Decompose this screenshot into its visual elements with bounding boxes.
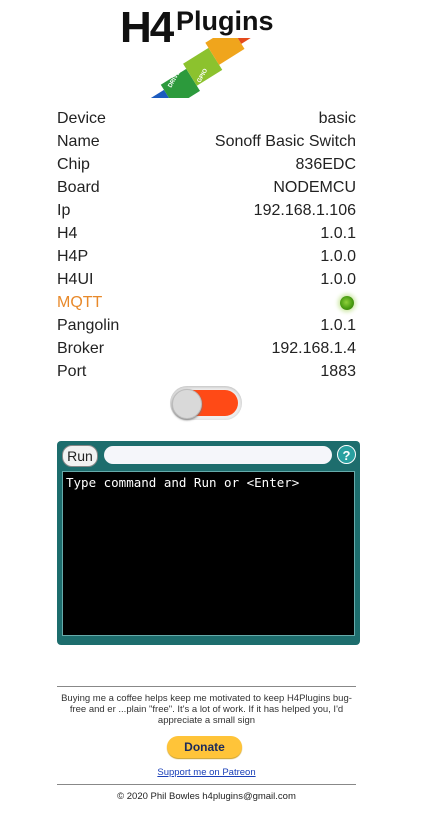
brick-label: MQTT xyxy=(275,53,289,71)
info-key: MQTT xyxy=(57,293,103,311)
run-button[interactable]: Run xyxy=(62,445,98,467)
divider-bottom xyxy=(57,784,356,785)
info-value: Sonoff Basic Switch xyxy=(214,132,356,150)
info-value: 836EDC xyxy=(295,155,356,173)
command-console: Run ? Type command and Run or <Enter> xyxy=(57,441,360,645)
info-key: H4P xyxy=(57,247,89,265)
info-key: Chip xyxy=(57,155,90,173)
donate-button[interactable]: Donate xyxy=(167,736,242,758)
info-key: H4UI xyxy=(57,270,94,288)
info-value: NODEMCU xyxy=(273,178,356,196)
switch-knob[interactable] xyxy=(172,389,202,419)
terminal-text: Type command and Run or <Enter> xyxy=(66,475,300,490)
info-row-h4: H4 1.0.1 xyxy=(57,222,356,245)
info-row-pangolin: Pangolin 1.0.1 xyxy=(57,314,356,337)
brick-label: WIFI xyxy=(225,65,237,79)
help-icon[interactable]: ? xyxy=(337,445,356,464)
info-key: Ip xyxy=(57,201,71,219)
logo-bricks-graphic: DIAGNOSTICS DRIVERS GPIO WIFI HTTP REST … xyxy=(138,38,289,98)
info-row-name: Name Sonoff Basic Switch xyxy=(57,130,356,153)
info-key: Pangolin xyxy=(57,316,120,334)
patreon-link[interactable]: Support me on Patreon xyxy=(57,767,356,778)
info-key: Broker xyxy=(57,339,105,357)
h4plugins-logo: H4 Plugins DIAGNOSTICS DRIVERS GPIO WIFI… xyxy=(120,4,300,98)
info-key: Board xyxy=(57,178,100,196)
brick-label: HTTP REST xyxy=(251,47,273,79)
info-value: 192.168.1.106 xyxy=(253,201,356,219)
info-row-ip: Ip 192.168.1.106 xyxy=(57,199,356,222)
info-value: 192.168.1.4 xyxy=(271,339,356,357)
info-key: Device xyxy=(57,109,106,127)
coffee-message: Buying me a coffee helps keep me motivat… xyxy=(61,693,352,726)
info-row-board: Board NODEMCU xyxy=(57,176,356,199)
info-value: basic xyxy=(318,109,356,127)
info-row-h4p: H4P 1.0.0 xyxy=(57,245,356,268)
logo-plugins-text: Plugins xyxy=(176,6,274,36)
info-key: Port xyxy=(57,362,87,380)
info-value: 1.0.1 xyxy=(320,224,356,242)
info-key: H4 xyxy=(57,224,78,242)
copyright-text: © 2020 Phil Bowles h4plugins@gmail.com xyxy=(117,791,296,802)
info-row-device: Device basic xyxy=(57,107,356,130)
brick-label: DIAGNOSTICS xyxy=(139,54,165,93)
info-value: 1.0.1 xyxy=(320,316,356,334)
mqtt-status-led-icon xyxy=(340,295,354,310)
info-value: 1.0.0 xyxy=(320,247,356,265)
info-row-h4ui: H4UI 1.0.0 xyxy=(57,268,356,291)
terminal-output[interactable]: Type command and Run or <Enter> xyxy=(62,471,355,636)
info-row-port: Port 1883 xyxy=(57,360,356,383)
switch-toggle[interactable] xyxy=(170,386,242,420)
info-value: 1.0.0 xyxy=(320,270,356,288)
info-row-mqtt: MQTT xyxy=(57,291,356,314)
info-key: Name xyxy=(57,132,100,150)
command-input[interactable] xyxy=(104,446,332,464)
device-info-table: Device basic Name Sonoff Basic Switch Ch… xyxy=(57,107,356,383)
info-value: 1883 xyxy=(320,362,356,380)
info-row-chip: Chip 836EDC xyxy=(57,153,356,176)
divider-top xyxy=(57,686,356,687)
info-row-broker: Broker 192.168.1.4 xyxy=(57,337,356,360)
